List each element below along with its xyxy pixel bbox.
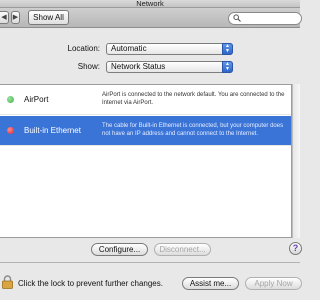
location-popup[interactable]: Automatic ▲ ▼ [106, 43, 233, 55]
status-red-icon [7, 127, 14, 134]
forward-button[interactable]: ▶ [11, 11, 20, 24]
lock-icon[interactable] [2, 275, 13, 289]
service-description: The cable for Built-in Ethernet is conne… [102, 123, 284, 137]
service-row-built-in-ethernet[interactable]: Built-in Ethernet The cable for Built-in… [0, 116, 291, 146]
back-button[interactable]: ◀ [0, 11, 9, 24]
back-arrow-icon: ◀ [1, 14, 7, 21]
popup-arrows-icon: ▲ ▼ [222, 61, 233, 73]
assist-me-button[interactable]: Assist me... [182, 277, 239, 290]
help-icon: ? [292, 243, 299, 253]
service-list: AirPort AirPort is connected to the netw… [0, 84, 292, 238]
location-value: Automatic [111, 44, 147, 53]
show-all-button[interactable]: Show All [28, 10, 69, 25]
search-icon [233, 14, 241, 25]
service-name: AirPort [24, 95, 49, 104]
search-input[interactable] [243, 13, 299, 24]
service-name: Built-in Ethernet [24, 126, 81, 135]
service-description: AirPort is connected to the network defa… [102, 92, 285, 106]
status-green-icon [7, 96, 14, 103]
show-popup[interactable]: Network Status ▲ ▼ [106, 61, 233, 73]
search-field[interactable] [228, 12, 302, 25]
divider [0, 262, 300, 263]
show-value: Network Status [111, 62, 166, 71]
service-row-airport[interactable]: AirPort AirPort is connected to the netw… [0, 85, 291, 115]
popup-arrows-icon: ▲ ▼ [222, 43, 233, 55]
help-button[interactable]: ? [289, 242, 302, 255]
location-label: Location: [67, 44, 100, 53]
disconnect-button[interactable]: Disconnect... [154, 243, 211, 256]
list-scrollbar[interactable] [292, 84, 300, 238]
configure-button[interactable]: Configure... [91, 243, 148, 256]
window-titlebar: Network [0, 0, 300, 8]
toolbar: ◀ ▶ Show All [0, 8, 302, 28]
lock-message: Click the lock to prevent further change… [18, 279, 163, 288]
show-label: Show: [77, 62, 100, 71]
forward-arrow-icon: ▶ [12, 14, 19, 21]
apply-now-button[interactable]: Apply Now [245, 277, 302, 290]
window-title: Network [136, 0, 164, 8]
